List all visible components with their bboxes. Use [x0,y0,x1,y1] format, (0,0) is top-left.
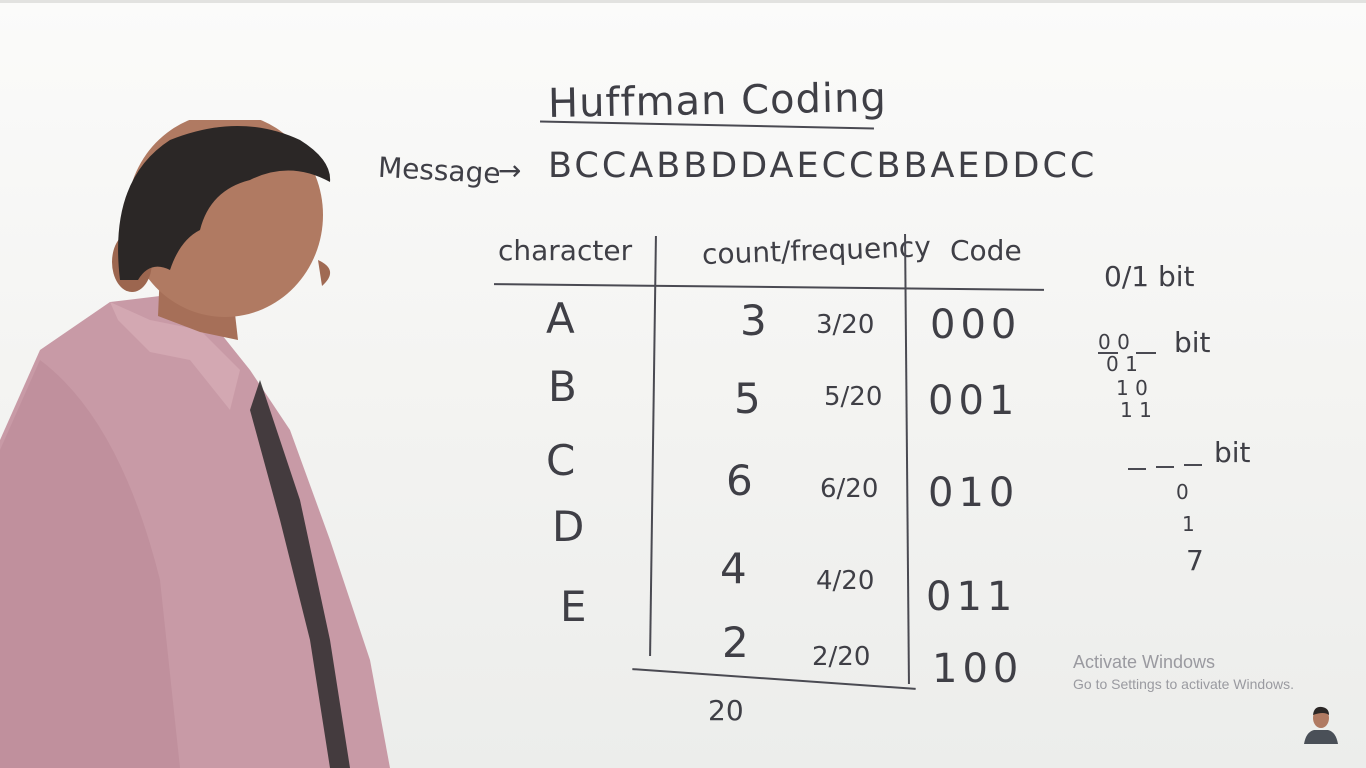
row-c-frequency: 6/20 [820,474,879,504]
total-count: 20 [708,694,744,727]
note-three-bit-label: bit [1214,436,1251,469]
row-c-count: 6 [726,456,753,505]
row-a-character: A [546,294,575,343]
row-b-code: 001 [928,378,1020,424]
row-a-code: 000 [930,302,1022,348]
activate-windows-watermark: Activate Windows Go to Settings to activ… [1073,652,1294,692]
row-d-frequency: 4/20 [816,566,875,596]
row-b-frequency: 5/20 [824,382,883,412]
video-top-edge [0,0,1366,3]
note-three-bit-value-7: 7 [1186,544,1204,577]
row-e-code: 100 [932,646,1024,692]
channel-avatar-icon[interactable] [1302,704,1340,744]
row-c-code: 010 [928,470,1020,516]
row-c-character: C [546,436,576,485]
presenter [0,120,390,768]
row-a-count: 3 [740,296,767,345]
note-two-bit-code-3: 1 0 [1116,376,1148,400]
header-code: Code [950,234,1022,267]
note-two-bit-code-4: 1 1 [1120,398,1152,422]
message-text: BCCABBDDAECCBBAEDDCC [548,146,1098,186]
row-d-count: 4 [720,544,747,593]
row-e-count: 2 [722,618,749,667]
message-arrow: → [498,154,522,187]
note-three-bit-value-0: 0 [1176,480,1189,504]
row-d-code: 011 [926,574,1018,620]
watermark-title: Activate Windows [1073,652,1216,672]
note-three-bit-blank-3 [1184,464,1202,466]
note-one-bit: 0/1 bit [1104,260,1195,293]
row-a-frequency: 3/20 [816,310,875,340]
header-character: character [498,234,633,267]
row-d-character: D [552,502,585,551]
note-two-bit-code-1: 0 0 [1098,330,1130,354]
note-two-bit-code-2: 0 1 [1106,352,1138,376]
note-three-bit-blank-1 [1128,468,1146,470]
row-b-count: 5 [734,374,761,423]
note-two-bit-label: bit [1174,326,1211,359]
watermark-subtitle: Go to Settings to activate Windows. [1073,676,1294,692]
row-e-frequency: 2/20 [812,642,871,672]
note-three-bit-blank-2 [1156,466,1174,468]
note-two-bit-blank-2 [1136,352,1156,354]
board-title: Huffman Coding [547,75,888,127]
row-b-character: B [548,362,577,411]
note-three-bit-value-1: 1 [1182,512,1195,536]
row-e-character: E [560,582,587,631]
